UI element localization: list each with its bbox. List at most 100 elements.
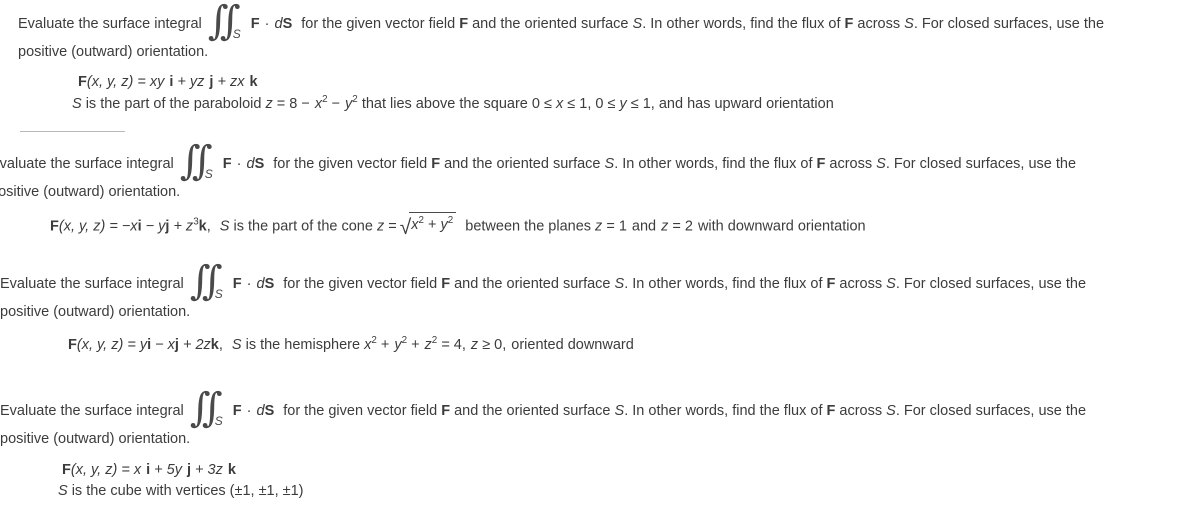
radicand: x2 + y2 (409, 211, 457, 236)
conjunction-and: and (631, 217, 657, 234)
vector-field-f-2: F (459, 16, 469, 32)
problem-1-surface-description: S is the part of the paraboloid z = 8 − x… (18, 93, 1104, 115)
radicand-y: y (440, 216, 448, 233)
stem-text-evaluate: Evaluate the surface integral (18, 16, 202, 32)
unit-vector-k: k (198, 217, 207, 234)
double-integral-icon: ∫ ∫ S (190, 261, 230, 301)
surface-text-3: with downward orientation (697, 217, 866, 234)
unit-vector-k: k (227, 461, 236, 478)
vector-field-f-3: F (844, 16, 854, 32)
double-integral-icon: ∫ ∫ S (208, 1, 248, 41)
sphere-y: y (394, 336, 402, 353)
stem-text-positive-outward: positive (outward) orientation. (0, 304, 191, 321)
double-integral-icon: ∫ ∫ S (190, 388, 230, 428)
surface-s-2: S (904, 16, 914, 32)
unit-vector-j: j (174, 336, 179, 353)
problem-4-vector-field-definition: F(x, y, z) = xi + 5y j + 3z k (0, 460, 1086, 481)
stem-text-and-oriented: and the oriented surface (444, 156, 601, 172)
f-equals-x: = x (121, 461, 142, 478)
sphere-equals-4: = 4, (441, 336, 466, 353)
f-label: F (50, 217, 59, 234)
plane-equals-2: = 2 (672, 217, 693, 234)
f-label: F (62, 461, 71, 478)
problem-4-stem-line-1: Evaluate the surface integral ∫ ∫ S F · dS for … (0, 388, 1087, 428)
stem-text-for-given: for the given vector field (283, 276, 438, 292)
unit-vector-i: i (169, 73, 174, 90)
vector-field-f-2: F (441, 403, 451, 419)
surface-y-bound: y (619, 95, 627, 112)
radicand-y-exponent: 2 (447, 214, 454, 226)
problem-1-formula-block: F(x, y, z) = xy i + yz j + zx k S is the pa… (18, 72, 1104, 115)
stem-text-evaluate: Evaluate the surface integral (0, 156, 174, 172)
problem-2-stem-line-2: positive (outward) orientation. (0, 185, 1076, 200)
problem-1-vector-field-definition: F(x, y, z) = xy i + yz j + zx k (18, 72, 1104, 93)
stem-text-and-oriented: and the oriented surface (472, 16, 629, 32)
unit-vector-i: i (137, 217, 142, 234)
problem-3-vector-field-definition: F(x, y, z) = yi − xj + 2zk, S is the hemi… (0, 334, 1086, 356)
f-term-2z: + 2z (182, 336, 211, 353)
stem-text-positive-outward: positive (outward) orientation. (0, 184, 181, 201)
stem-text-for-closed: . For closed surfaces, use the (885, 156, 1077, 172)
problem-1-stem-line-2: positive (outward) orientation. (18, 45, 1104, 60)
stem-text-across: across (857, 16, 901, 32)
unit-vector-j: j (165, 217, 170, 234)
dot-operator: · (246, 403, 252, 419)
surface-s-2: S (886, 403, 896, 419)
surface-text-4: ≤ 1, and has upward orientation (630, 95, 834, 112)
surface-text-2: oriented downward (511, 336, 634, 353)
differential-ds: dS (274, 16, 293, 32)
surface-s-1: S (614, 276, 625, 292)
stem-text-evaluate: Evaluate the surface integral (0, 276, 184, 292)
f-arguments: (x, y, z) (58, 217, 106, 234)
f-term-z-cubed: + z (173, 217, 194, 234)
f-arguments: (x, y, z) (76, 336, 124, 353)
surface-s-label: S (72, 95, 82, 112)
stem-text-for-given: for the given vector field (283, 403, 438, 419)
problem-1: Evaluate the surface integral ∫ ∫ S F · dS for … (18, 1, 1104, 115)
surface-text-2: that lies above the square 0 ≤ (361, 95, 552, 112)
stem-text-and-oriented: and the oriented surface (454, 403, 611, 419)
vector-field-f-2: F (431, 156, 441, 172)
sphere-y-exponent: 2 (401, 334, 408, 346)
dot-operator: · (246, 276, 252, 292)
f-label: F (68, 336, 77, 353)
problem-3-stem-line-2: positive (outward) orientation. (0, 305, 1086, 320)
surface-s-2: S (886, 276, 896, 292)
stem-text-for-closed: . For closed surfaces, use the (895, 276, 1087, 292)
unit-vector-k: k (210, 336, 219, 353)
problem-4-surface-description: S is the cube with vertices (±1, ±1, ±1) (0, 481, 1086, 502)
surface-s-1: S (632, 16, 643, 32)
stem-text-evaluate: Evaluate the surface integral (0, 403, 184, 419)
stem-text-in-other-words: . In other words, find the flux of (642, 16, 841, 32)
stem-text-across: across (839, 276, 883, 292)
problem-3-stem-line-1: Evaluate the surface integral ∫ ∫ S F · dS for … (0, 261, 1087, 301)
vector-field-f-3: F (826, 403, 836, 419)
stem-text-and-oriented: and the oriented surface (454, 276, 611, 292)
problem-4-formula-block: F(x, y, z) = xi + 5y j + 3z k S is the cub… (0, 460, 1086, 502)
radicand-x-exponent: 2 (418, 214, 424, 226)
surface-s-1: S (614, 403, 625, 419)
vector-field-f-3: F (826, 276, 836, 292)
integral-subscript-s: S (204, 167, 213, 182)
comma-separator: , (206, 217, 211, 234)
sphere-x-exponent: 2 (371, 334, 377, 346)
f-arguments: (x, y, z) (86, 73, 134, 90)
problem-2: Evaluate the surface integral ∫ ∫ S F · dS for … (0, 141, 1077, 239)
f-equals-minus-x: = −x (109, 217, 138, 234)
surface-x-exponent: 2 (322, 93, 328, 105)
stem-text-for-closed: . For closed surfaces, use the (895, 403, 1087, 419)
surface-equals-8: = 8 − (276, 95, 310, 112)
f-term-3z: + 3z (195, 461, 223, 478)
problem-2-stem-line-1: Evaluate the surface integral ∫ ∫ S F · dS for … (0, 141, 1077, 181)
problem-2-vector-field-definition: F(x, y, z) = −xi − yj + z3k, S is the par… (0, 211, 1076, 239)
surface-text-1: is the hemisphere (245, 336, 361, 353)
stem-text-across: across (829, 156, 873, 172)
stem-text-for-given: for the given vector field (273, 156, 428, 172)
differential-ds: dS (256, 276, 275, 292)
vector-field-f: F (232, 403, 242, 419)
plane-z-1: z (595, 217, 603, 234)
sphere-z: z (424, 336, 432, 353)
stem-text-in-other-words: . In other words, find the flux of (624, 276, 823, 292)
surface-text-1: is the cube with vertices (±1, ±1, ±1) (71, 482, 304, 499)
condition-z: z (470, 336, 479, 353)
